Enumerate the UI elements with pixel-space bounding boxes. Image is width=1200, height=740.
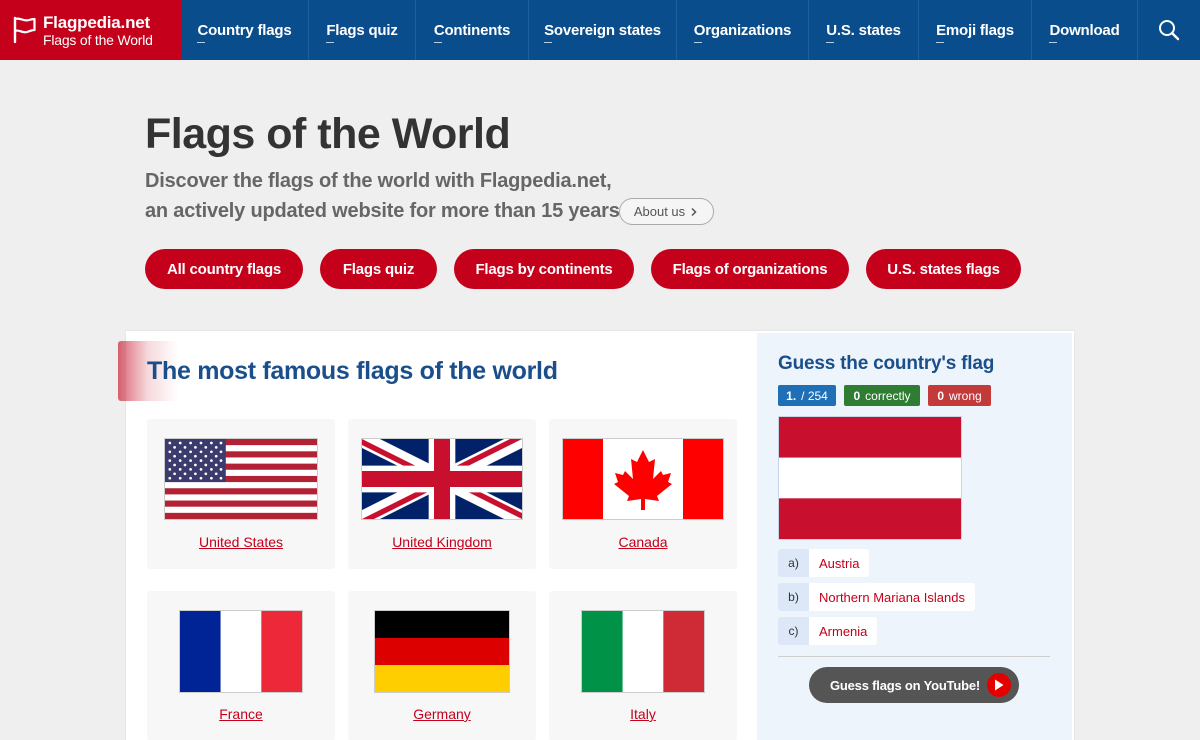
nav-flags-quiz[interactable]: Flags quiz bbox=[309, 0, 416, 60]
quiz-correct-label: correctly bbox=[865, 388, 911, 403]
flag-card-united-states[interactable]: United States bbox=[147, 419, 335, 569]
flag-image-italy bbox=[581, 610, 705, 693]
about-us-label: About us bbox=[633, 204, 686, 219]
play-icon bbox=[987, 673, 1011, 697]
quiz-flag-image bbox=[778, 416, 962, 540]
chevron-right-icon bbox=[691, 207, 697, 216]
cta-label: All country flags bbox=[166, 260, 282, 278]
quiz-correct-count: 0 bbox=[853, 388, 861, 403]
search-icon bbox=[1159, 20, 1180, 41]
cta-label: U.S. states flags bbox=[887, 260, 1000, 278]
quiz-progress-total: / 254 bbox=[801, 388, 828, 403]
flag-image-canada bbox=[562, 438, 724, 520]
main-menu: Country flags Flags quiz Continents Sove… bbox=[181, 0, 1200, 60]
flag-image-united-states bbox=[164, 438, 318, 520]
nav-continents[interactable]: Continents bbox=[416, 0, 529, 60]
flag-card-france[interactable]: France bbox=[147, 591, 335, 740]
answer-text: Northern Mariana Islands bbox=[809, 583, 975, 611]
quiz-wrong-label: wrong bbox=[949, 388, 982, 403]
famous-flags-title: The most famous flags of the world bbox=[147, 357, 558, 385]
flags-quiz-button[interactable]: Flags quiz bbox=[320, 249, 437, 289]
flag-card-united-kingdom[interactable]: United Kingdom bbox=[348, 419, 536, 569]
youtube-button-label: Guess flags on YouTube! bbox=[830, 677, 980, 693]
flag-card-italy[interactable]: Italy bbox=[549, 591, 737, 740]
quiz-wrong-badge: 0 wrong bbox=[928, 385, 991, 406]
hero-description-line1: Discover the flags of the world with Fla… bbox=[145, 170, 612, 192]
cta-label: Flags quiz bbox=[342, 260, 415, 278]
flag-link-canada[interactable]: Canada bbox=[549, 534, 737, 550]
cta-label: Flags by continents bbox=[475, 260, 613, 278]
quiz-wrong-count: 0 bbox=[937, 388, 944, 403]
flag-link-united-kingdom[interactable]: United Kingdom bbox=[348, 534, 536, 550]
nav-label: U.S. states bbox=[826, 21, 901, 43]
quiz-correct-badge: 0 correctly bbox=[844, 385, 920, 406]
nav-organizations[interactable]: Organizations bbox=[677, 0, 809, 60]
nav-label: Organizations bbox=[693, 21, 792, 43]
answer-key: a) bbox=[778, 549, 809, 577]
page-title: Flags of the World bbox=[145, 110, 511, 158]
flag-link-germany[interactable]: Germany bbox=[348, 706, 536, 722]
site-logo-link[interactable]: Flagpedia.net Flags of the World bbox=[0, 0, 181, 60]
all-country-flags-button[interactable]: All country flags bbox=[145, 249, 303, 289]
answer-key: b) bbox=[778, 583, 809, 611]
answer-text: Austria bbox=[809, 549, 870, 577]
nav-label: Continents bbox=[433, 21, 511, 43]
nav-label: Flags quiz bbox=[326, 21, 398, 43]
flag-card-canada[interactable]: Canada bbox=[549, 419, 737, 569]
quiz-progress-badge: 1. / 254 bbox=[778, 385, 836, 406]
nav-us-states[interactable]: U.S. states bbox=[809, 0, 919, 60]
brand-name: Flagpedia.net bbox=[43, 12, 150, 32]
quiz-answer-b[interactable]: b) Northern Mariana Islands bbox=[778, 583, 975, 611]
flags-of-organizations-button[interactable]: Flags of organizations bbox=[651, 249, 849, 289]
flag-logo-icon bbox=[13, 16, 36, 44]
answer-key: c) bbox=[778, 617, 809, 645]
flag-image-france bbox=[179, 610, 303, 693]
hero-description-line2: an actively updated website for more tha… bbox=[145, 200, 625, 222]
flag-link-france[interactable]: France bbox=[147, 706, 335, 722]
nav-label: Download bbox=[1049, 21, 1120, 43]
quiz-title: Guess the country's flag bbox=[778, 353, 995, 374]
us-states-flags-button[interactable]: U.S. states flags bbox=[866, 249, 1021, 289]
nav-emoji-flags[interactable]: Emoji flags bbox=[919, 0, 1032, 60]
nav-download[interactable]: Download bbox=[1032, 0, 1138, 60]
top-navigation: Flagpedia.net Flags of the World Country… bbox=[0, 0, 1200, 60]
brand-subtitle: Flags of the World bbox=[43, 31, 153, 48]
quiz-answer-c[interactable]: c) Armenia bbox=[778, 617, 878, 645]
flag-image-united-kingdom bbox=[361, 438, 523, 520]
flag-link-united-states[interactable]: United States bbox=[147, 534, 335, 550]
quiz-progress-current: 1. bbox=[786, 388, 797, 403]
nav-sovereign-states[interactable]: Sovereign states bbox=[529, 0, 677, 60]
flag-card-germany[interactable]: Germany bbox=[348, 591, 536, 740]
flag-link-italy[interactable]: Italy bbox=[549, 706, 737, 722]
about-us-button[interactable]: About us bbox=[619, 198, 714, 225]
search-button[interactable] bbox=[1138, 0, 1200, 60]
answer-text: Armenia bbox=[809, 617, 878, 645]
youtube-quiz-button[interactable]: Guess flags on YouTube! bbox=[809, 667, 1019, 703]
nav-label: Emoji flags bbox=[936, 21, 1014, 43]
flag-image-germany bbox=[374, 610, 510, 693]
nav-label: Country flags bbox=[197, 21, 292, 43]
nav-country-flags[interactable]: Country flags bbox=[181, 0, 309, 60]
cta-label: Flags of organizations bbox=[672, 260, 828, 278]
quiz-divider bbox=[778, 656, 1050, 657]
nav-label: Sovereign states bbox=[544, 21, 661, 43]
flags-by-continents-button[interactable]: Flags by continents bbox=[454, 249, 634, 289]
quiz-answer-a[interactable]: a) Austria bbox=[778, 549, 870, 577]
